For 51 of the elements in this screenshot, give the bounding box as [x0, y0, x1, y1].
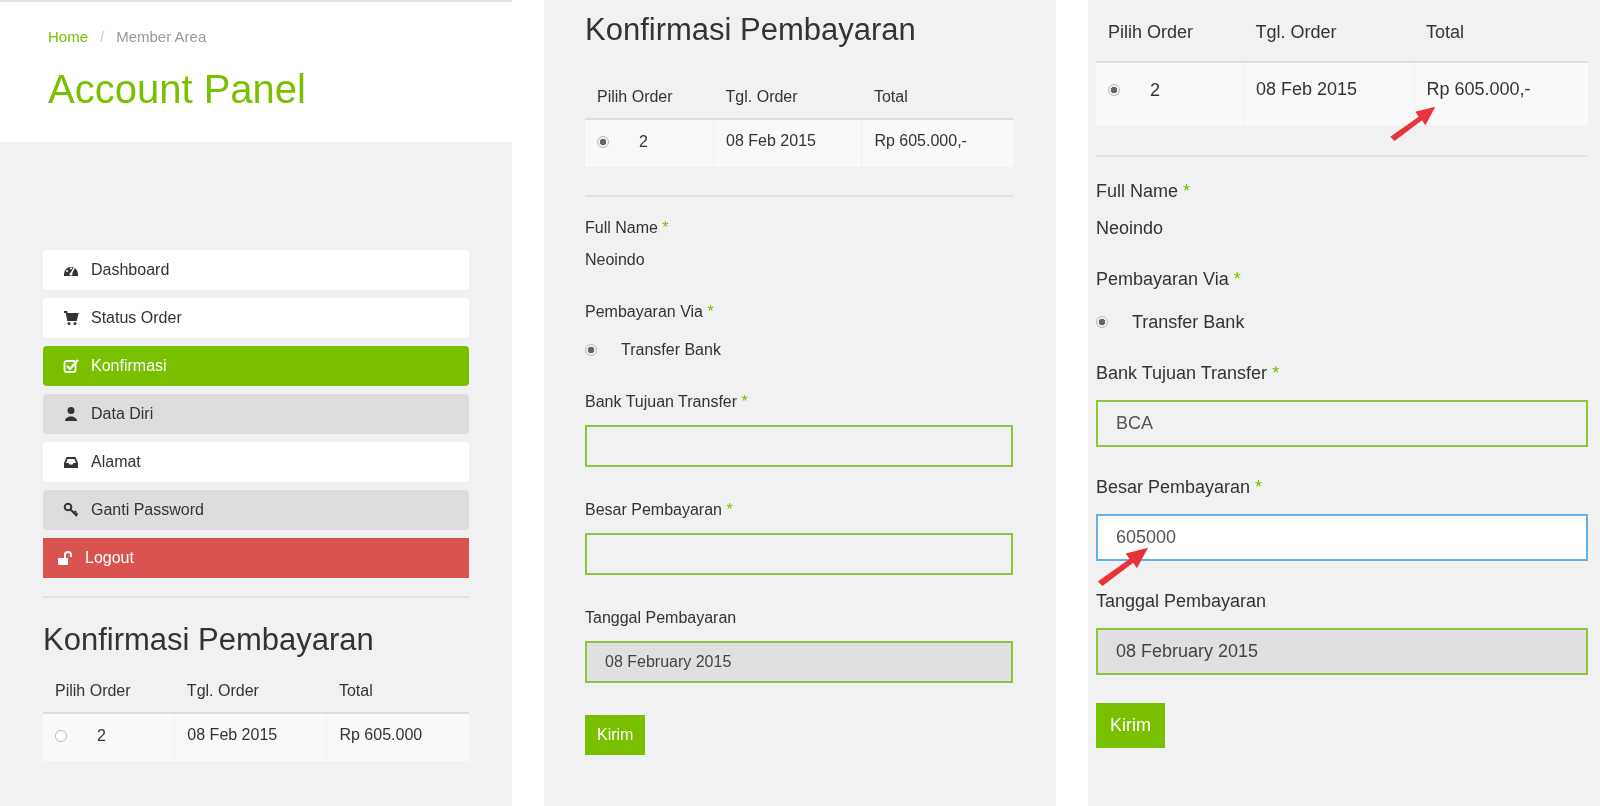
input-field[interactable]: 08 February 2015 [1096, 627, 1588, 675]
radio-button[interactable] [55, 729, 67, 742]
key-icon [63, 502, 79, 518]
input-field[interactable]: BCA [1096, 399, 1588, 447]
menu-item[interactable]: Status Order [43, 298, 469, 338]
breadcrumb-separator: / [100, 28, 105, 45]
table-cell: 2 [639, 132, 648, 150]
table-cell: 08 Feb 2015 [187, 726, 278, 743]
checkbox-icon [63, 358, 79, 374]
field-label: Bank Tujuan Transfer * [1096, 362, 1281, 384]
table-cell: 08 Feb 2015 [1256, 79, 1358, 99]
section-heading: Konfirmasi Pembayaran [43, 622, 375, 658]
inbox-icon [63, 454, 79, 470]
field-label: Besar Pembayaran * [1096, 476, 1264, 498]
table-cell: 08 Feb 2015 [726, 132, 816, 149]
radio-label: Transfer Bank [621, 340, 721, 359]
field-label: Full Name * [1096, 180, 1192, 202]
table-cell: Rp 605.000,- [874, 132, 967, 149]
table-cell: 2 [1150, 79, 1160, 100]
radio-button[interactable] [597, 135, 609, 148]
input-field[interactable] [585, 532, 1013, 575]
field-value: Neoindo [585, 250, 646, 269]
field-label: Tanggal Pembayaran [1096, 590, 1268, 612]
field-label: Full Name * [585, 218, 670, 237]
input-field[interactable]: 605000 [1096, 513, 1588, 561]
field-label: Bank Tujuan Transfer * [585, 392, 749, 411]
menu-item[interactable]: Dashboard [43, 250, 469, 290]
field-label: Tanggal Pembayaran [585, 608, 738, 627]
user-icon [63, 406, 79, 422]
field-value: Neoindo [1096, 217, 1165, 239]
field-label: Pembayaran Via * [1096, 268, 1242, 290]
page-title: Account Panel [48, 67, 307, 112]
padlock-icon [57, 550, 73, 566]
table-cell: Rp 605.000 [339, 726, 423, 743]
menu-item[interactable]: Alamat [43, 442, 469, 482]
table-cell: 2 [97, 726, 106, 744]
table-cell: Rp 605.000,- [1426, 79, 1531, 99]
field-label: Pembayaran Via * [585, 302, 715, 321]
input-field[interactable] [585, 424, 1013, 467]
radio-button[interactable] [1108, 84, 1120, 97]
radio-button[interactable] [585, 343, 597, 356]
radio-button[interactable] [1096, 316, 1108, 329]
breadcrumb-current: Member Area [116, 28, 207, 45]
section-heading: Konfirmasi Pembayaran [585, 12, 917, 48]
input-field[interactable]: 08 February 2015 [585, 640, 1013, 683]
menu-item[interactable]: Ganti Password [43, 490, 469, 530]
field-label: Besar Pembayaran * [585, 500, 734, 519]
menu-item[interactable]: Logout [43, 538, 469, 578]
radio-label: Transfer Bank [1132, 311, 1245, 333]
cart-icon [63, 310, 79, 326]
menu-item[interactable]: Data Diri [43, 394, 469, 434]
